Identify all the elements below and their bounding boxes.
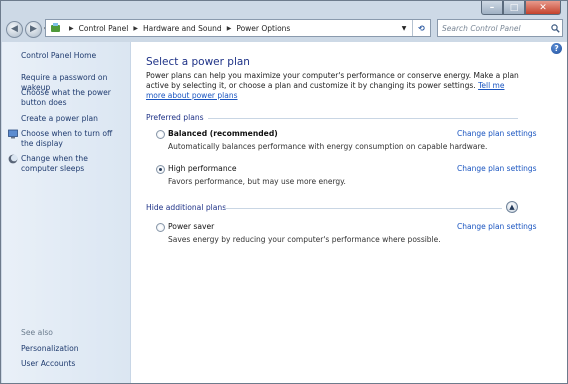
plan-description: Favors performance, but may use more ene… — [168, 177, 346, 186]
breadcrumb-separator: ▶ — [226, 24, 232, 32]
address-dropdown-icon[interactable]: ▼ — [398, 20, 410, 36]
breadcrumb-power-options[interactable]: Power Options — [236, 24, 290, 33]
search-input[interactable] — [442, 21, 548, 35]
plan-description: Automatically balances performance with … — [168, 142, 488, 151]
turn-off-display-link[interactable]: Choose when to turn off the display — [21, 129, 125, 149]
preferred-plans-label: Preferred plans — [146, 113, 204, 122]
control-panel-home-link[interactable]: Control Panel Home — [21, 51, 129, 61]
address-bar[interactable]: ▶ Control Panel ▶ Hardware and Sound ▶ P… — [45, 19, 431, 37]
main-content: ? Select a power plan Power plans can he… — [132, 42, 567, 383]
change-plan-settings-link[interactable]: Change plan settings — [457, 222, 537, 231]
user-accounts-link[interactable]: User Accounts — [21, 359, 129, 369]
sleep-icon — [8, 154, 18, 164]
breadcrumb-control-panel[interactable]: Control Panel — [79, 24, 129, 33]
balanced-radio[interactable] — [156, 130, 165, 139]
forward-button[interactable]: ▶ — [25, 20, 42, 38]
create-power-plan-link[interactable]: Create a power plan — [21, 114, 129, 124]
computer-sleeps-link[interactable]: Change when the computer sleeps — [21, 154, 125, 174]
breadcrumb-separator: ▶ — [133, 24, 138, 32]
navigation-bar: ◀ ▶ ▾ ▶ Control Panel ▶ Hardware and Sou… — [1, 16, 567, 42]
search-box — [437, 19, 563, 37]
plan-name: High performance — [168, 164, 237, 173]
see-also-heading: See also — [21, 328, 53, 337]
change-plan-settings-link[interactable]: Change plan settings — [457, 164, 537, 173]
power-saver-radio[interactable] — [156, 223, 165, 232]
maximize-button[interactable]: □ — [503, 1, 525, 15]
personalization-link[interactable]: Personalization — [21, 344, 129, 354]
change-plan-settings-link[interactable]: Change plan settings — [457, 129, 537, 138]
plan-name: Power saver — [168, 222, 215, 231]
minimize-button[interactable]: – — [481, 1, 503, 15]
caption-buttons: – □ ✕ — [481, 1, 561, 15]
high-performance-radio[interactable] — [156, 165, 165, 174]
preferred-plans-divider — [208, 118, 518, 119]
breadcrumb-separator: ▶ — [69, 24, 74, 32]
display-icon — [8, 129, 18, 139]
additional-plans-divider — [224, 208, 502, 209]
plan-description: Saves energy by reducing your computer's… — [168, 235, 441, 244]
back-button[interactable]: ◀ — [6, 20, 23, 38]
collapse-chevron-up-icon[interactable]: ▲ — [506, 201, 518, 213]
intro-paragraph: Power plans can help you maximize your c… — [146, 71, 519, 90]
close-button[interactable]: ✕ — [525, 1, 561, 15]
client-area: Control Panel Home Require a password on… — [2, 42, 567, 383]
window: – □ ✕ ◀ ▶ ▾ ▶ Control Panel ▶ Hardware a… — [0, 0, 568, 384]
refresh-icon[interactable]: ⟲ — [412, 20, 430, 36]
search-icon[interactable] — [548, 20, 562, 36]
control-panel-icon — [49, 22, 61, 34]
plan-name: Balanced (recommended) — [168, 129, 278, 138]
power-button-link[interactable]: Choose what the power button does — [21, 88, 129, 108]
breadcrumb-hardware-and-sound[interactable]: Hardware and Sound — [143, 24, 222, 33]
help-icon[interactable]: ? — [551, 43, 562, 54]
page-title: Select a power plan — [146, 56, 250, 68]
task-pane: Control Panel Home Require a password on… — [2, 42, 131, 383]
intro-text: Power plans can help you maximize your c… — [146, 71, 526, 101]
hide-additional-plans-label[interactable]: Hide additional plans — [146, 203, 226, 212]
